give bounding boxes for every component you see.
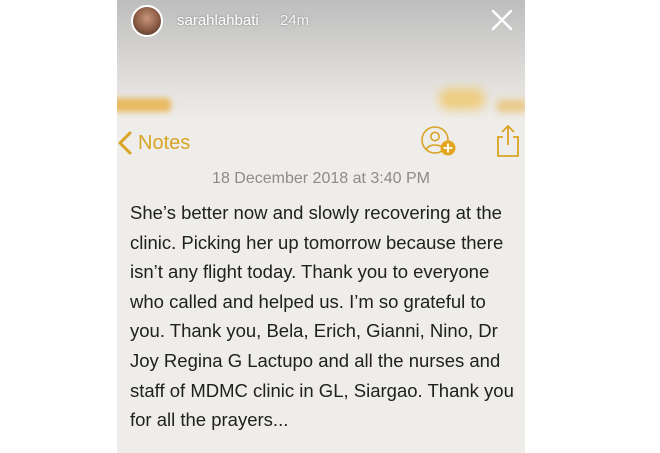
back-to-notes-button[interactable]: Notes bbox=[117, 128, 190, 158]
avatar[interactable] bbox=[131, 5, 163, 37]
blurred-background-shape bbox=[117, 98, 171, 112]
close-icon[interactable] bbox=[491, 9, 513, 31]
add-people-icon[interactable] bbox=[421, 126, 463, 160]
story-frame: sarahlahbati 24m Notes 18 December 2018 … bbox=[117, 0, 525, 453]
share-icon[interactable] bbox=[495, 124, 521, 158]
story-username[interactable]: sarahlahbati bbox=[177, 12, 259, 29]
blurred-background-shape bbox=[497, 100, 525, 112]
back-label: Notes bbox=[138, 131, 191, 154]
story-time: 24m bbox=[280, 12, 310, 29]
note-date: 18 December 2018 at 3:40 PM bbox=[212, 170, 430, 187]
blurred-background-shape bbox=[439, 88, 485, 110]
note-body: She’s better now and slowly recovering a… bbox=[130, 202, 514, 431]
chevron-left-icon bbox=[118, 131, 132, 155]
